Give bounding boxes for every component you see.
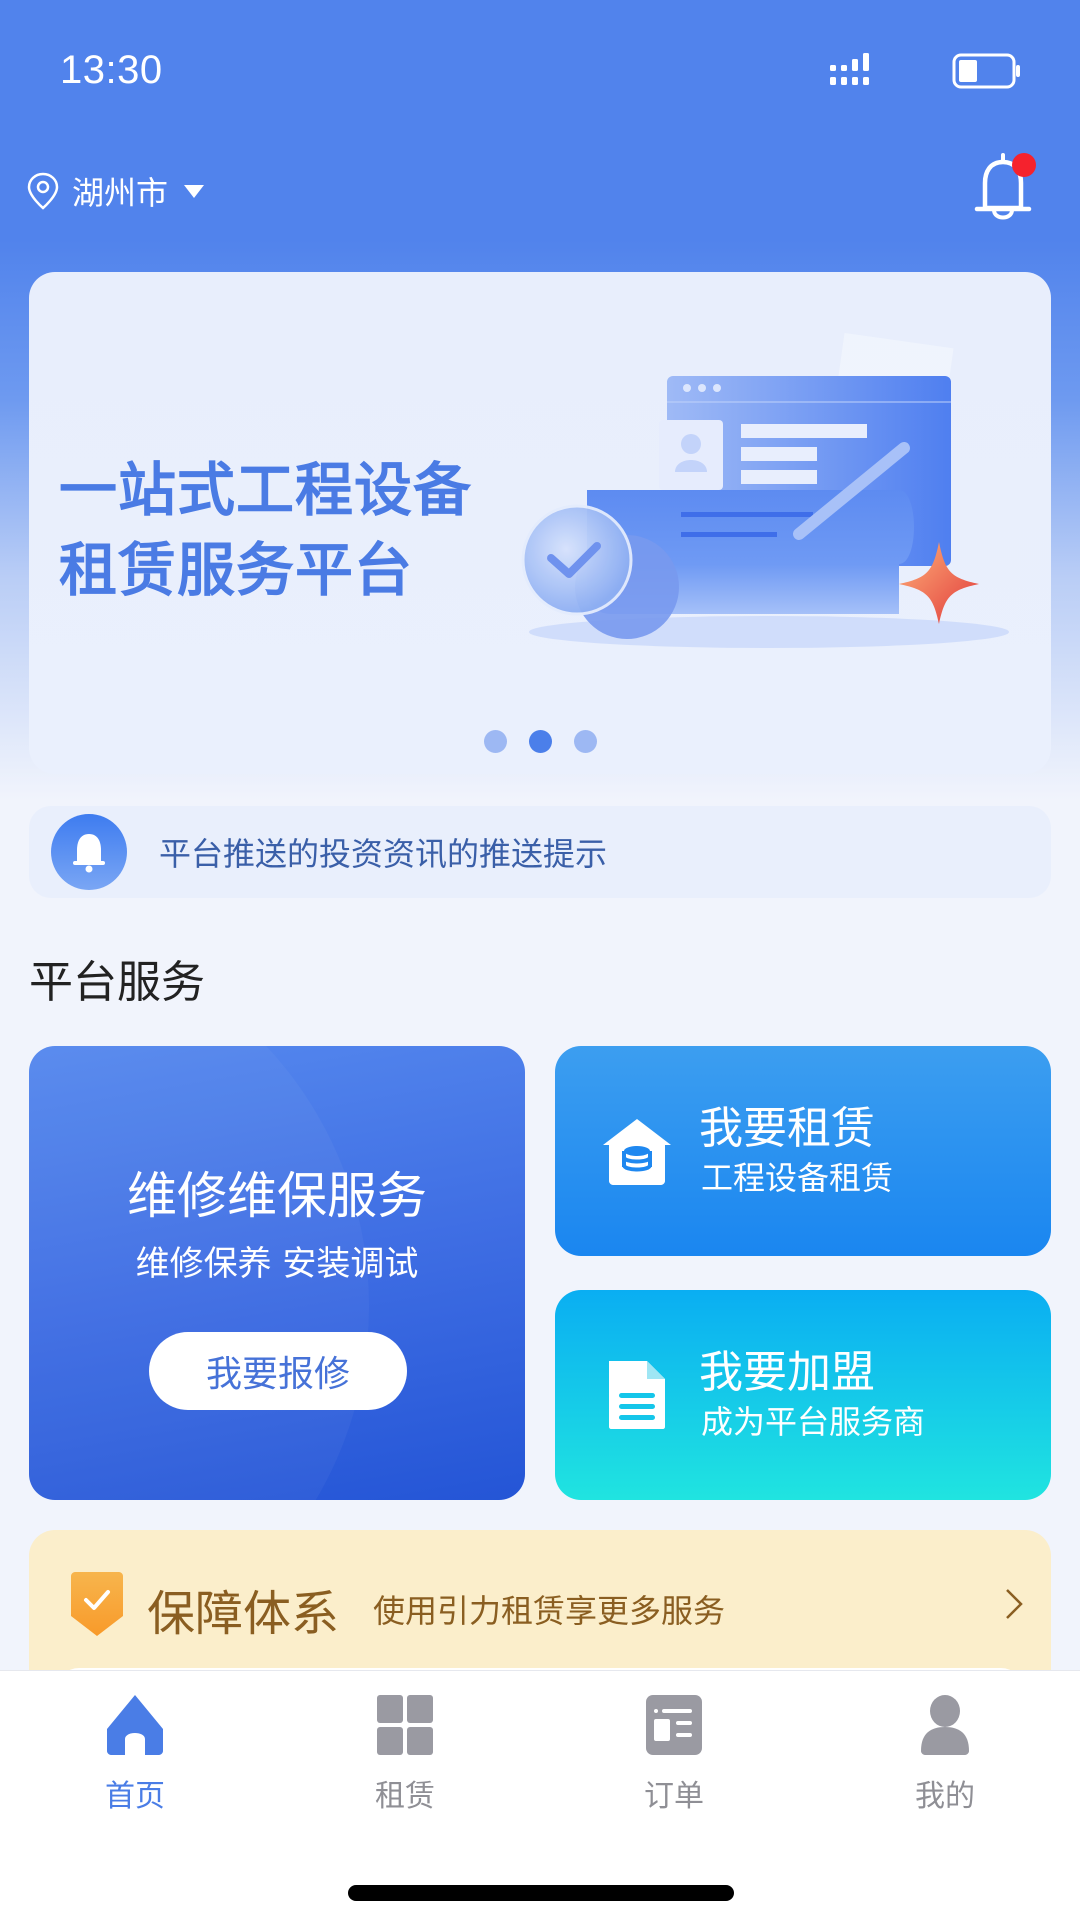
- notice-text: 平台推送的投资资讯的推送提示: [159, 835, 608, 873]
- section-title: 平台服务: [29, 957, 205, 1008]
- carousel-dots: [29, 730, 1051, 753]
- signal-icon: [830, 53, 869, 85]
- tab-rental[interactable]: 租赁: [335, 1695, 475, 1815]
- home-icon: [107, 1695, 163, 1755]
- banner-title-line2: 租赁服务平台: [59, 536, 414, 604]
- rental-contract-illustration: [521, 333, 1009, 648]
- join-card[interactable]: 我要加盟 成为平台服务商: [555, 1290, 1051, 1500]
- location-pin-icon: [27, 172, 59, 210]
- profile-icon: [921, 1695, 969, 1755]
- tab-home-label: 首页: [105, 1779, 165, 1814]
- banner-title: 一站式工程设备 租赁服务平台: [59, 450, 472, 610]
- notification-badge: [1012, 153, 1036, 177]
- warehouse-icon: [603, 1119, 671, 1185]
- guarantee-title: 保障体系: [147, 1586, 340, 1642]
- carousel-dot[interactable]: [573, 730, 597, 753]
- city-selector[interactable]: 湖州市: [26, 168, 205, 214]
- shield-check-icon: [71, 1572, 123, 1636]
- grid-icon: [377, 1695, 433, 1755]
- home-indicator[interactable]: [348, 1885, 734, 1901]
- report-repair-button[interactable]: 我要报修: [149, 1332, 407, 1410]
- promo-banner[interactable]: 一站式工程设备 租赁服务平台: [29, 272, 1051, 774]
- order-icon: [646, 1695, 702, 1755]
- join-title: 我要加盟: [699, 1347, 875, 1398]
- notification-bell-icon[interactable]: [970, 150, 1040, 226]
- repair-subtitle: 维修保养 安装调试: [135, 1244, 419, 1284]
- notice-bell-icon: [51, 814, 127, 890]
- bottom-tab-bar: 首页 租赁 订单 我的: [0, 1670, 1080, 1920]
- document-icon: [609, 1361, 665, 1429]
- carousel-dot[interactable]: [483, 730, 507, 753]
- rent-subtitle: 工程设备租赁: [701, 1159, 894, 1197]
- tab-rental-label: 租赁: [375, 1779, 435, 1814]
- tab-profile[interactable]: 我的: [875, 1695, 1015, 1815]
- tab-orders[interactable]: 订单: [604, 1695, 744, 1815]
- tab-home[interactable]: 首页: [65, 1695, 205, 1815]
- repair-title: 维修维保服务: [127, 1167, 427, 1225]
- chevron-right-icon[interactable]: [1003, 1586, 1025, 1622]
- tab-orders-label: 订单: [644, 1779, 704, 1814]
- guarantee-subtitle: 使用引力租赁享更多服务: [373, 1592, 726, 1630]
- rent-card[interactable]: 我要租赁 工程设备租赁: [555, 1046, 1051, 1256]
- notice-bar[interactable]: 平台推送的投资资讯的推送提示: [29, 806, 1051, 898]
- city-name: 湖州市: [72, 174, 169, 212]
- join-subtitle: 成为平台服务商: [701, 1403, 926, 1441]
- battery-icon: [952, 53, 1020, 89]
- status-bar: 13:30: [0, 0, 1080, 140]
- status-time: 13:30: [60, 48, 163, 92]
- chevron-down-icon: [184, 184, 205, 198]
- carousel-dot[interactable]: [528, 730, 552, 753]
- banner-title-line1: 一站式工程设备: [59, 456, 473, 524]
- tab-profile-label: 我的: [915, 1779, 975, 1814]
- repair-service-card[interactable]: 维修维保服务 维修保养 安装调试 我要报修: [29, 1046, 525, 1500]
- rent-title: 我要租赁: [699, 1103, 875, 1154]
